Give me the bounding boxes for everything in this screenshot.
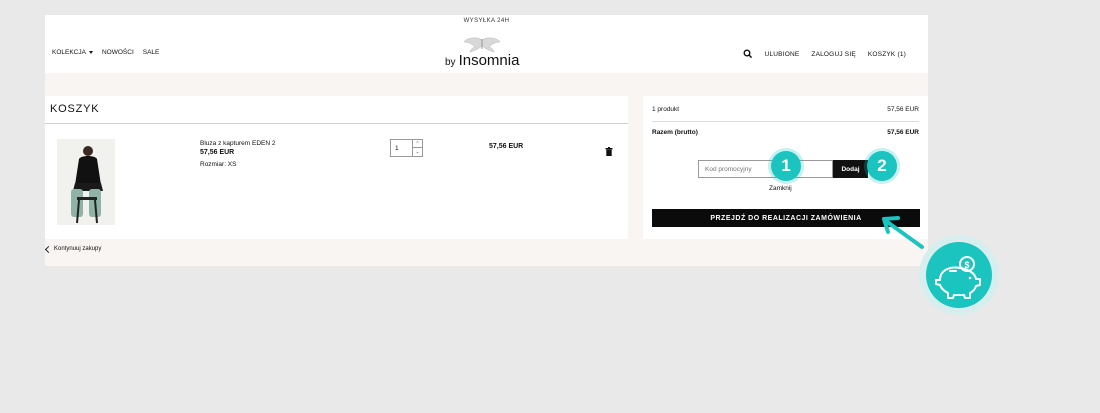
product-image[interactable] bbox=[57, 139, 115, 225]
login-link[interactable]: ZALOGUJ SIĘ bbox=[811, 51, 855, 58]
continue-shopping-link[interactable]: Kontynuuj zakupy bbox=[44, 245, 102, 253]
close-promo-link[interactable]: Zamknij bbox=[769, 185, 792, 192]
products-label: 1 produkt bbox=[652, 106, 680, 113]
brand-logo[interactable]: by Insomnia bbox=[437, 37, 527, 69]
product-price: 57,56 EUR bbox=[200, 149, 235, 156]
total-value: 57,56 EUR bbox=[887, 129, 919, 136]
nav-item-new[interactable]: NOWOŚCI bbox=[102, 49, 134, 56]
products-value: 57,56 EUR bbox=[887, 106, 919, 113]
divider bbox=[652, 121, 919, 122]
nav-item-label: SALE bbox=[142, 49, 160, 56]
promo-code-input[interactable] bbox=[698, 160, 833, 178]
nav-item-label: NOWOŚCI bbox=[101, 49, 134, 56]
total-row: Razem (brutto) 57,56 EUR bbox=[652, 129, 919, 136]
moth-logo-icon bbox=[463, 37, 501, 53]
chevron-up-icon[interactable]: ⌃ bbox=[413, 140, 422, 148]
product-name[interactable]: Bluza z kapturem EDEN 2 bbox=[200, 140, 276, 147]
step-badge-1: 1 bbox=[771, 151, 801, 181]
quantity-value[interactable]: 1 bbox=[395, 145, 399, 152]
product-size: Rozmiar: XS bbox=[200, 161, 237, 168]
trash-icon[interactable] bbox=[605, 143, 613, 156]
site-header: WYSYŁKA 24H KOLEKCJA NOWOŚCI SALE by Ins… bbox=[45, 15, 928, 73]
caret-down-icon bbox=[88, 51, 93, 54]
continue-label: Kontynuuj zakupy bbox=[54, 246, 102, 252]
step-badge-2: 2 bbox=[867, 151, 897, 181]
line-total: 57,56 EUR bbox=[489, 143, 524, 150]
divider bbox=[45, 123, 628, 124]
page-frame: WYSYŁKA 24H KOLEKCJA NOWOŚCI SALE by Ins… bbox=[44, 15, 928, 266]
savings-badge: $ bbox=[919, 235, 999, 315]
stepper-controls: ⌃ ⌄ bbox=[412, 140, 422, 156]
nav-item-sale[interactable]: SALE bbox=[143, 49, 160, 56]
logo-name: Insomnia bbox=[458, 52, 520, 69]
main-nav: KOLEKCJA NOWOŚCI SALE bbox=[52, 49, 159, 56]
logo-by: by bbox=[445, 57, 456, 68]
chevron-down-icon[interactable]: ⌄ bbox=[413, 148, 422, 156]
favorites-link[interactable]: ULUBIONE bbox=[765, 51, 800, 58]
cart-panel: KOSZYK Bluza z kapturem EDEN 2 57,56 EUR… bbox=[45, 96, 628, 239]
nav-item-collection[interactable]: KOLEKCJA bbox=[52, 49, 93, 56]
products-row: 1 produkt 57,56 EUR bbox=[652, 106, 919, 113]
cart-title: KOSZYK bbox=[50, 103, 100, 115]
total-label: Razem (brutto) bbox=[652, 129, 698, 136]
quantity-stepper[interactable]: 1 ⌃ ⌄ bbox=[390, 139, 423, 157]
piggy-bank-icon: $ bbox=[926, 242, 992, 308]
nav-item-label: KOLEKCJA bbox=[52, 49, 86, 56]
chevron-left-icon bbox=[44, 245, 53, 253]
shipping-banner: WYSYŁKA 24H bbox=[463, 18, 510, 24]
search-icon[interactable] bbox=[743, 49, 753, 59]
account-nav: ULUBIONE ZALOGUJ SIĘ KOSZYK (1) bbox=[743, 49, 906, 59]
add-promo-button[interactable]: Dodaj bbox=[833, 160, 868, 178]
cart-link[interactable]: KOSZYK (1) bbox=[868, 51, 906, 58]
